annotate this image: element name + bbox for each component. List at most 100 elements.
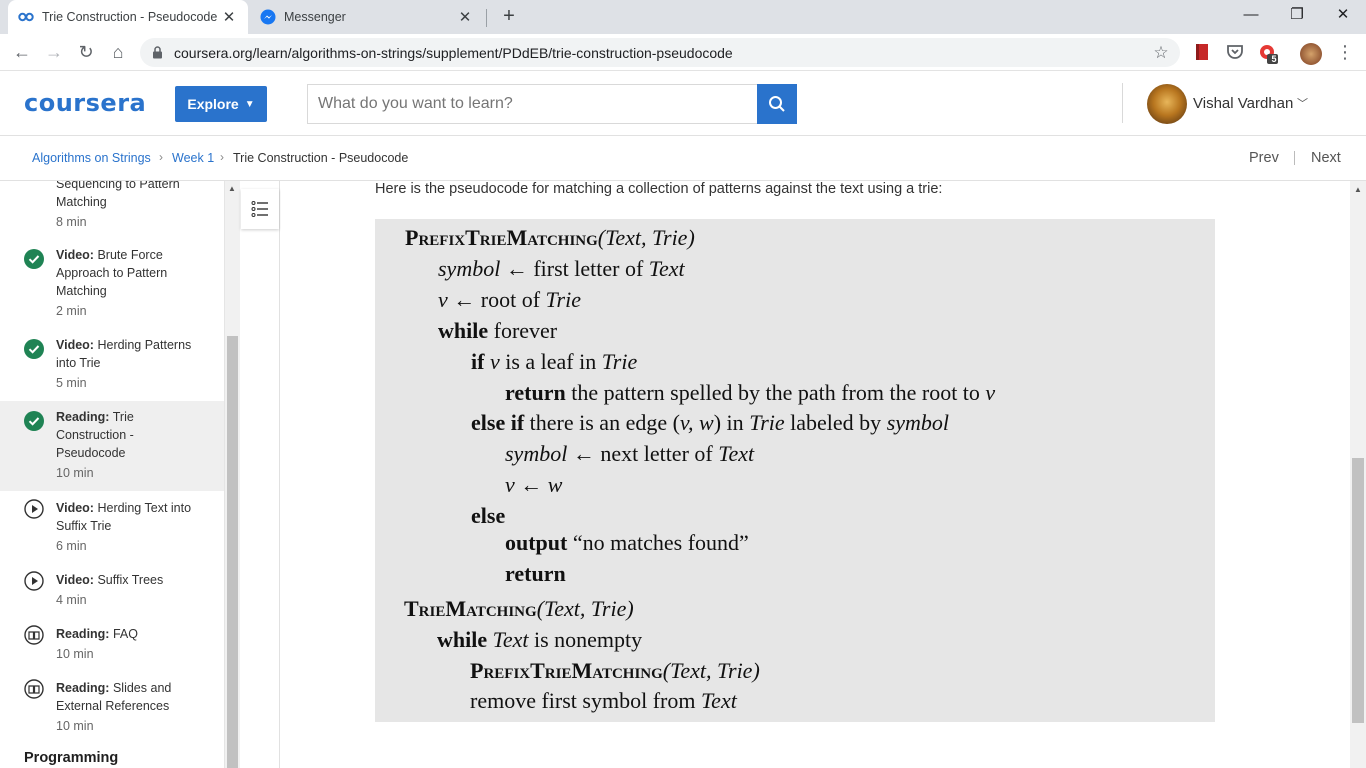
item-type: Reading: [56,410,110,424]
code-line: if v is a leaf in Trie [471,349,638,374]
sidebar-item-herding-patterns[interactable]: Video: Herding Patterns into Trie 5 min [0,333,224,399]
completed-check-icon [24,339,44,359]
url-text: coursera.org/learn/algorithms-on-strings… [174,44,733,61]
close-tab-icon[interactable]: ✕ [456,8,474,26]
code-line: PrefixTrieMatching(Text, Trie) [470,658,760,683]
item-duration: 10 min [56,466,94,480]
code-line: while forever [438,318,558,343]
item-duration: 10 min [56,719,94,733]
minimize-icon[interactable]: — [1228,0,1274,30]
bookmark-extension-icon[interactable] [1194,43,1214,63]
sidebar-item-herding-text[interactable]: Video: Herding Text into Suffix Trie 6 m… [0,499,224,565]
profile-avatar-icon[interactable] [1300,43,1322,65]
item-title: FAQ [112,627,138,641]
item-type: Reading: [56,681,110,695]
breadcrumb-week[interactable]: Week 1 [172,151,214,165]
sidebar-item-faq[interactable]: Reading: FAQ 10 min [0,625,224,673]
back-icon[interactable]: ← [10,40,34,64]
video-play-icon [24,499,44,519]
sidebar-item-sequencing[interactable]: Sequencing to Pattern Matching 8 min [0,181,224,233]
item-type: Video: [56,573,94,587]
item-duration: 8 min [56,215,87,229]
close-window-icon[interactable]: ✕ [1320,0,1366,30]
tab-messenger[interactable]: Messenger ✕ [250,0,484,34]
code-line: symbol ← next letter of Text [505,441,755,466]
tab-title: Messenger [284,10,346,24]
tab-coursera[interactable]: Trie Construction - Pseudocode | Courser… [8,0,248,34]
search-icon [769,96,785,112]
coursera-favicon-icon [18,9,34,25]
code-line: symbol ← first letter of Text [438,256,685,281]
reading-book-icon [24,625,44,645]
address-bar[interactable]: coursera.org/learn/algorithms-on-strings… [140,38,1180,67]
code-line: output “no matches found” [505,530,749,555]
browser-toolbar: ← → ↻ ⌂ coursera.org/learn/algorithms-on… [0,34,1366,71]
code-line: TrieMatching(Text, Trie) [404,596,634,621]
sidebar-item-brute-force[interactable]: Video: Brute Force Approach to Pattern M… [0,243,224,327]
code-line: else [471,503,506,528]
code-line: v ← w [505,472,563,497]
item-duration: 4 min [56,593,87,607]
search-button[interactable] [757,84,797,124]
sidebar-scrollbar[interactable]: ▲ [224,181,240,768]
restore-icon[interactable]: ❐ [1274,0,1320,30]
pseudocode-figure: PrefixTrieMatching(Text, Trie) symbol ← … [375,219,1215,722]
scrollbar-thumb[interactable] [1352,458,1364,723]
item-type: Video: [56,248,94,262]
section-heading[interactable]: Programming [24,750,118,766]
sidebar-item-trie-construction[interactable]: Reading: Trie Construction - Pseudocode … [0,401,224,491]
reading-content: Here is the pseudocode for matching a co… [281,181,1350,768]
video-play-icon [24,571,44,591]
pocket-icon[interactable] [1226,43,1246,63]
page-scrollbar[interactable]: ▲ [1350,181,1366,768]
completed-check-icon [24,411,44,431]
menu-kebab-icon[interactable]: ⋮ [1333,40,1357,64]
user-name[interactable]: Vishal Vardhan [1193,95,1293,112]
item-type: Video: [56,501,94,515]
intro-text: Here is the pseudocode for matching a co… [375,181,943,197]
close-tab-icon[interactable]: ✕ [220,8,238,26]
code-line: else if there is an edge (v, w) in Trie … [471,410,950,435]
reload-icon[interactable]: ↻ [74,40,98,64]
item-duration: 2 min [56,304,87,318]
bookmark-star-icon[interactable]: ☆ [1150,43,1172,63]
item-type: Reading: [56,627,110,641]
table-of-contents-button[interactable] [241,189,279,229]
content-toolbar [240,181,280,768]
sidebar-item-suffix-trees[interactable]: Video: Suffix Trees 4 min [0,571,224,619]
browser-tabstrip: Trie Construction - Pseudocode | Courser… [0,0,1366,34]
code-line: v ← root of Trie [438,287,581,312]
messenger-favicon-icon [260,9,276,25]
prev-link[interactable]: Prev [1249,150,1279,166]
coursera-logo[interactable]: coursera [24,89,146,117]
prev-next-divider [1294,151,1295,165]
explore-label: Explore [187,96,239,112]
scroll-up-arrow-icon[interactable]: ▲ [228,184,236,193]
lock-icon [152,46,166,59]
course-sidebar: Sequencing to Pattern Matching 8 min Vid… [0,181,224,768]
header-divider [1122,83,1123,123]
code-line: PrefixTrieMatching(Text, Trie) [405,225,695,250]
breadcrumb: Algorithms on Strings › Week 1 › Trie Co… [0,136,1366,181]
site-header: coursera Explore ▼ Vishal Vardhan ﹀ [0,71,1366,136]
search-input[interactable] [307,84,757,124]
scrollbar-thumb[interactable] [227,336,238,768]
breadcrumb-current: Trie Construction - Pseudocode [233,151,409,165]
scroll-up-arrow-icon[interactable]: ▲ [1354,185,1362,194]
next-link[interactable]: Next [1311,150,1341,166]
sidebar-item-slides[interactable]: Reading: Slides and External References … [0,679,224,745]
completed-check-icon [24,249,44,269]
home-icon[interactable]: ⌂ [106,40,130,64]
chevron-down-icon[interactable]: ﹀ [1297,95,1308,111]
chevron-down-icon: ▼ [244,98,255,110]
forward-icon[interactable]: → [42,40,66,64]
list-icon [251,201,268,217]
breadcrumb-course[interactable]: Algorithms on Strings [32,151,151,165]
avatar[interactable] [1147,84,1187,124]
new-tab-icon[interactable]: + [498,5,520,28]
item-title: Sequencing to Pattern Matching [56,181,180,209]
opera-extension-icon[interactable]: 5 [1258,43,1278,64]
explore-button[interactable]: Explore ▼ [175,86,267,122]
tab-title: Trie Construction - Pseudocode | Courser… [42,10,220,24]
tab-divider [486,9,487,27]
